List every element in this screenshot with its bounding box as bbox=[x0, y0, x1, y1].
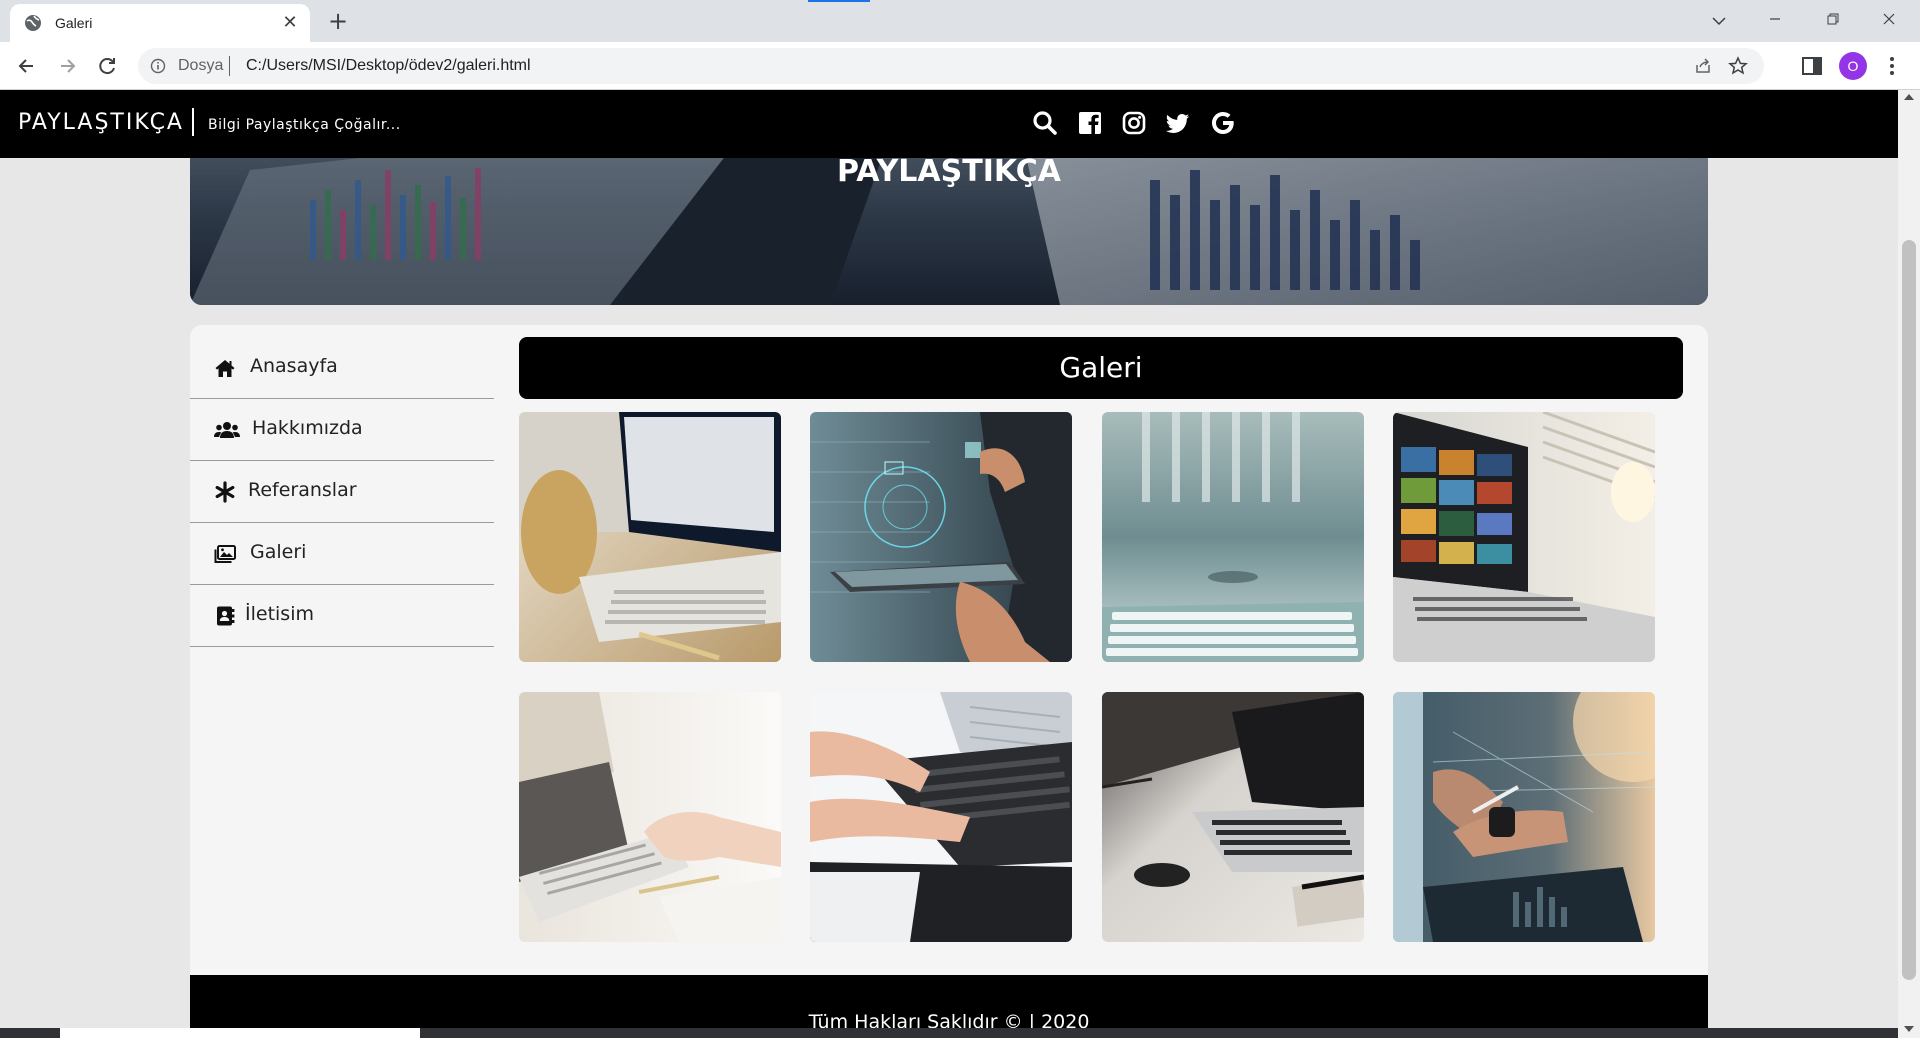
scroll-up-arrow-icon[interactable] bbox=[1904, 94, 1914, 100]
contact-icon bbox=[217, 606, 235, 626]
sidebar-menu: Anasayfa Hakkımızda Referanslar Galeri İ… bbox=[190, 337, 494, 647]
gallery-image[interactable] bbox=[1102, 692, 1364, 942]
sidebar-item-label: Referanslar bbox=[248, 479, 357, 501]
tab-loading-indicator bbox=[808, 0, 870, 2]
minimize-button[interactable] bbox=[1760, 6, 1790, 36]
sidebar-item-hakkimizda[interactable]: Hakkımızda bbox=[190, 399, 494, 461]
sidebar-item-label: Hakkımızda bbox=[252, 417, 363, 439]
bookmark-star-icon[interactable] bbox=[1728, 56, 1748, 76]
page-scrollbar[interactable] bbox=[1898, 90, 1920, 1038]
sidebar-item-anasayfa[interactable]: Anasayfa bbox=[190, 337, 494, 399]
gallery-image[interactable] bbox=[1393, 412, 1655, 662]
restore-button[interactable] bbox=[1818, 6, 1848, 36]
laptop-desk-photo bbox=[519, 412, 781, 662]
laptop-table-photo bbox=[1102, 692, 1364, 942]
tab-search-icon[interactable] bbox=[1704, 6, 1734, 36]
sidebar-item-galeri[interactable]: Galeri bbox=[190, 523, 494, 585]
asterisk-icon bbox=[215, 481, 235, 503]
instagram-icon[interactable] bbox=[1121, 110, 1147, 136]
users-icon bbox=[214, 422, 240, 438]
laptop-photos-photo bbox=[1393, 412, 1655, 662]
page-viewport: PAYLAŞTIKÇA PAYLAŞTIKÇA Bilgi Paylaştıkç… bbox=[0, 90, 1898, 1038]
images-icon bbox=[214, 545, 236, 563]
gallery-image[interactable] bbox=[519, 412, 781, 662]
address-bar[interactable]: Dosya C:/Users/MSI/Desktop/ödev2/galeri.… bbox=[138, 48, 1764, 84]
new-tab-button[interactable]: + bbox=[324, 8, 352, 36]
sidebar-item-iletisim[interactable]: İletisim bbox=[190, 585, 494, 647]
facebook-icon[interactable] bbox=[1077, 110, 1103, 136]
home-icon bbox=[215, 360, 235, 377]
scroll-down-arrow-icon[interactable] bbox=[1904, 1026, 1914, 1032]
gallery-image[interactable] bbox=[810, 692, 1072, 942]
browser-tab[interactable]: Galeri ✕ bbox=[10, 4, 310, 42]
taskbar-highlight bbox=[60, 1028, 420, 1038]
sidebar-item-referanslar[interactable]: Referanslar bbox=[190, 461, 494, 523]
globe-icon bbox=[25, 15, 41, 31]
back-icon[interactable] bbox=[13, 52, 41, 80]
typing-laptop-photo bbox=[519, 692, 781, 942]
sidebar-item-label: Anasayfa bbox=[250, 355, 338, 377]
more-menu-icon[interactable] bbox=[1880, 54, 1904, 78]
gallery-image[interactable] bbox=[519, 692, 781, 942]
close-window-button[interactable] bbox=[1874, 6, 1904, 36]
content-card: Anasayfa Hakkımızda Referanslar Galeri İ… bbox=[190, 325, 1708, 975]
brand-divider bbox=[192, 108, 194, 136]
brand-tagline: Bilgi Paylaştıkça Çoğalır... bbox=[208, 117, 401, 133]
hero-title: PAYLAŞTIKÇA bbox=[836, 154, 1061, 189]
keyboard-closeup-photo bbox=[1102, 412, 1364, 662]
sidebar-item-label: Galeri bbox=[250, 541, 307, 563]
hands-typing-photo bbox=[810, 692, 1072, 942]
page-title: Galeri bbox=[519, 337, 1683, 399]
share-icon[interactable] bbox=[1694, 57, 1712, 75]
omnibox-divider bbox=[229, 56, 230, 76]
reload-icon[interactable] bbox=[93, 52, 121, 80]
info-icon[interactable] bbox=[150, 58, 166, 74]
search-icon[interactable] bbox=[1032, 110, 1058, 136]
site-navbar: PAYLAŞTIKÇA Bilgi Paylaştıkça Çoğalır... bbox=[0, 90, 1898, 158]
smartwatch-tablet-photo bbox=[1393, 692, 1655, 942]
scrollbar-thumb[interactable] bbox=[1902, 240, 1916, 980]
twitter-icon[interactable] bbox=[1165, 110, 1191, 136]
sidebar-item-label: İletisim bbox=[245, 603, 314, 625]
forward-icon[interactable] bbox=[53, 52, 81, 80]
profile-avatar[interactable]: O bbox=[1839, 52, 1867, 80]
tab-title: Galeri bbox=[55, 15, 93, 31]
url-text[interactable]: C:/Users/MSI/Desktop/ödev2/galeri.html bbox=[246, 57, 531, 75]
browser-tab-bar: Galeri ✕ + bbox=[0, 0, 1920, 42]
tab-close-icon[interactable]: ✕ bbox=[280, 13, 300, 33]
gallery-image[interactable] bbox=[1102, 412, 1364, 662]
brand-logo[interactable]: PAYLAŞTIKÇA bbox=[18, 110, 184, 135]
gallery-image[interactable] bbox=[1393, 692, 1655, 942]
browser-toolbar: Dosya C:/Users/MSI/Desktop/ödev2/galeri.… bbox=[0, 42, 1920, 90]
google-icon[interactable] bbox=[1210, 110, 1236, 136]
site-security-label[interactable]: Dosya bbox=[178, 57, 223, 75]
side-panel-icon[interactable] bbox=[1800, 54, 1824, 78]
gallery-image[interactable] bbox=[810, 412, 1072, 662]
taskbar-strip bbox=[0, 1028, 1898, 1038]
tablet-network-photo bbox=[810, 412, 1072, 662]
